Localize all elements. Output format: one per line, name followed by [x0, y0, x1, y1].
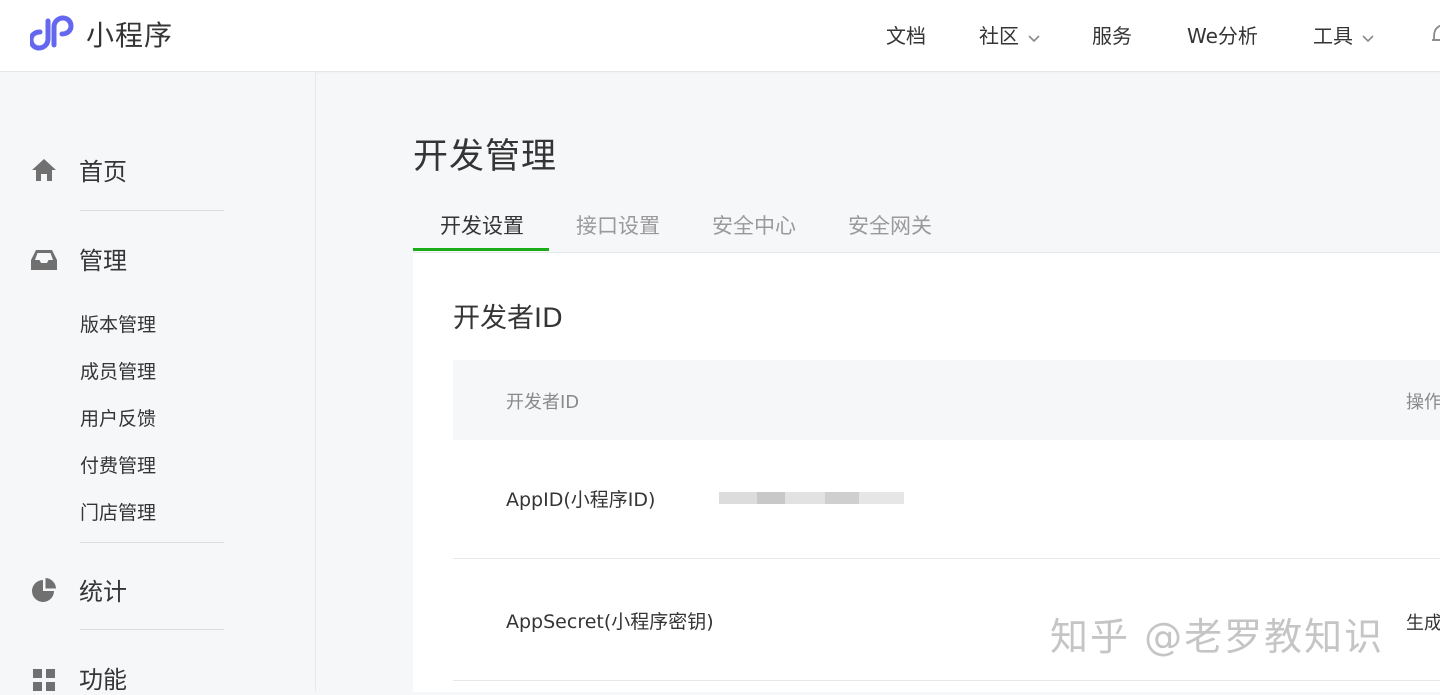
row-separator — [453, 680, 1440, 681]
tab-bar: 开发设置 接口设置 安全中心 安全网关 — [413, 200, 1440, 253]
grid-icon — [33, 669, 55, 691]
sidebar-item-label: 管理 — [79, 247, 127, 275]
nav-tools[interactable]: 工具 — [1313, 20, 1375, 49]
sidebar-item-manage[interactable]: 管理 — [30, 241, 230, 275]
column-header-actions: 操作 — [1406, 392, 1440, 413]
sidebar: 首页 管理 版本管理 成员管理 用户反馈 付费管理 门店管理 统计 功能 — [0, 72, 316, 694]
section-title: 开发者ID — [453, 303, 563, 334]
sidebar-item-label: 统计 — [79, 578, 127, 606]
page-title: 开发管理 — [413, 137, 558, 177]
pie-chart-icon — [32, 578, 56, 602]
tab-security-center[interactable]: 安全中心 — [712, 210, 796, 240]
mini-program-logo-icon[interactable] — [30, 13, 74, 53]
brand-title[interactable]: 小程序 — [86, 14, 173, 54]
sidebar-item-features[interactable]: 功能 — [30, 660, 230, 694]
inbox-icon — [31, 250, 57, 270]
appid-label: AppID(小程序ID) — [506, 489, 656, 511]
row-separator — [453, 558, 1440, 559]
tab-security-gateway[interactable]: 安全网关 — [848, 210, 932, 240]
sidebar-item-label: 功能 — [79, 666, 127, 694]
top-bar: 小程序 文档 社区 服务 We分析 工具 — [0, 0, 1440, 72]
sidebar-subitem-stores[interactable]: 门店管理 — [80, 498, 156, 525]
nav-tools-label: 工具 — [1313, 24, 1353, 48]
column-header-developer-id: 开发者ID — [506, 392, 580, 413]
active-tab-indicator — [413, 248, 549, 251]
appsecret-label: AppSecret(小程序密钥) — [506, 611, 714, 633]
watermark: 知乎 @老罗教知识 — [1050, 615, 1385, 659]
sidebar-item-stats[interactable]: 统计 — [30, 572, 230, 606]
generate-secret-button[interactable]: 生成 — [1406, 609, 1440, 635]
appid-value-masked — [719, 486, 904, 510]
tab-dev-settings[interactable]: 开发设置 — [440, 210, 524, 240]
sidebar-item-label: 首页 — [79, 158, 127, 186]
sidebar-divider — [80, 629, 224, 630]
nav-analytics[interactable]: We分析 — [1187, 20, 1258, 49]
home-icon — [32, 159, 56, 181]
chevron-down-icon — [1028, 34, 1040, 42]
sidebar-divider — [80, 542, 224, 543]
sidebar-divider — [80, 210, 224, 211]
sidebar-subitem-feedback[interactable]: 用户反馈 — [80, 404, 156, 431]
sidebar-subitem-members[interactable]: 成员管理 — [80, 357, 156, 384]
table-header: 开发者ID 操作 — [453, 360, 1440, 440]
sidebar-item-home[interactable]: 首页 — [30, 152, 230, 186]
nav-community-label: 社区 — [979, 24, 1019, 48]
nav-service[interactable]: 服务 — [1092, 20, 1132, 49]
tab-api-settings[interactable]: 接口设置 — [576, 210, 660, 240]
sidebar-subitem-version[interactable]: 版本管理 — [80, 310, 156, 337]
nav-community[interactable]: 社区 — [979, 20, 1041, 49]
nav-docs[interactable]: 文档 — [886, 20, 926, 49]
chevron-down-icon — [1362, 34, 1374, 42]
sidebar-subitem-payment[interactable]: 付费管理 — [80, 451, 156, 478]
bell-icon[interactable] — [1428, 20, 1440, 46]
